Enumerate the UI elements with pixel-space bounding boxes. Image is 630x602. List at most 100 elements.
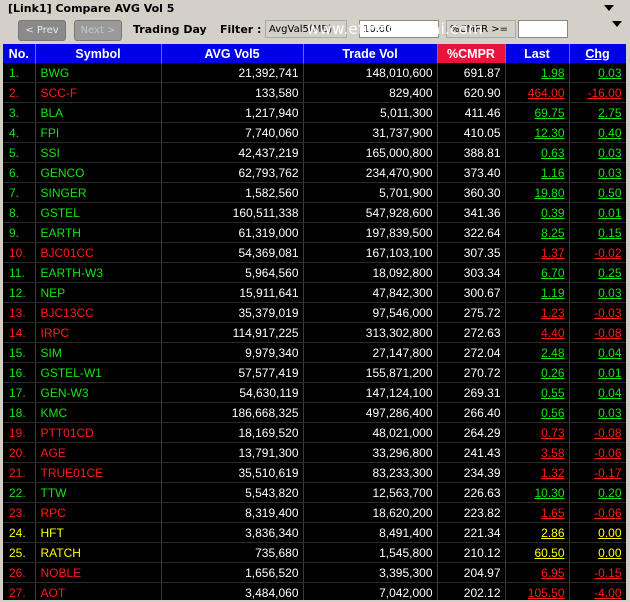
table-row[interactable]: 23. RPC 8,319,400 18,620,200 223.82 1.65 -0.06 [3, 502, 626, 523]
row-chg[interactable]: 0.01 [569, 202, 626, 223]
row-chg[interactable]: -4.00 [569, 582, 626, 600]
row-chg[interactable]: 0.03 [569, 63, 626, 83]
row-symbol[interactable]: GENCO [35, 162, 162, 183]
row-symbol[interactable]: EARTH-W3 [35, 262, 162, 283]
row-last[interactable]: 4.40 [505, 322, 570, 343]
row-symbol[interactable]: BWG [35, 63, 162, 83]
row-symbol[interactable]: GSTEL-W1 [35, 362, 162, 383]
row-chg[interactable]: 0.40 [569, 122, 626, 143]
row-last[interactable]: 2.86 [505, 522, 570, 543]
table-row[interactable]: 3. BLA 1,217,940 5,011,300 411.46 69.75 2.75 [3, 102, 626, 123]
table-row[interactable]: 11. EARTH-W3 5,964,560 18,092,800 303.34 6.70… [3, 262, 626, 283]
row-chg[interactable]: 0.15 [569, 222, 626, 243]
table-row[interactable]: 26. NOBLE 1,656,520 3,395,300 204.97 6.95 -0.1… [3, 562, 626, 583]
row-last[interactable]: 3.58 [505, 442, 570, 463]
row-symbol[interactable]: FPI [35, 122, 162, 143]
row-chg[interactable]: 0.03 [569, 162, 626, 183]
row-symbol[interactable]: AOT [35, 582, 162, 600]
column-header-cmpr[interactable]: %CMPR [437, 44, 506, 63]
row-chg[interactable]: -16.00 [569, 82, 626, 103]
row-last[interactable]: 1.98 [505, 63, 570, 83]
row-symbol[interactable]: TRUE01CE [35, 462, 162, 483]
row-chg[interactable]: 0.03 [569, 282, 626, 303]
prev-button[interactable]: < Prev [18, 20, 66, 41]
row-last[interactable]: 8.25 [505, 222, 570, 243]
table-row[interactable]: 13. BJC13CC 35,379,019 97,546,000 275.72 1.23… [3, 302, 626, 323]
row-chg[interactable]: 0.01 [569, 362, 626, 383]
row-symbol[interactable]: GSTEL [35, 202, 162, 223]
row-last[interactable]: 105.50 [505, 582, 570, 600]
row-chg[interactable]: 0.50 [569, 182, 626, 203]
table-row[interactable]: 24. HFT 3,836,340 8,491,400 221.34 2.86 0.00 [3, 522, 626, 543]
cmpr-filter-input[interactable] [518, 20, 568, 38]
table-row[interactable]: 16. GSTEL-W1 57,577,419 155,871,200 270.72 0.… [3, 362, 626, 383]
row-chg[interactable]: 0.03 [569, 402, 626, 423]
row-last[interactable]: 0.56 [505, 402, 570, 423]
table-row[interactable]: 1. BWG 21,392,741 148,010,600 691.87 1.98 0.03 [3, 63, 626, 83]
row-last[interactable]: 1.32 [505, 462, 570, 483]
row-symbol[interactable]: RATCH [35, 542, 162, 563]
row-last[interactable]: 0.39 [505, 202, 570, 223]
row-last[interactable]: 2.48 [505, 342, 570, 363]
next-button[interactable]: Next > [74, 20, 122, 41]
table-row[interactable]: 17. GEN-W3 54,630,119 147,124,100 269.31 0.55… [3, 382, 626, 403]
row-symbol[interactable]: GEN-W3 [35, 382, 162, 403]
table-row[interactable]: 6. GENCO 62,793,762 234,470,900 373.40 1.16 0.… [3, 162, 626, 183]
row-chg[interactable]: -0.06 [569, 502, 626, 523]
table-row[interactable]: 21. TRUE01CE 35,510,619 83,233,300 234.39 1.3… [3, 462, 626, 483]
row-symbol[interactable]: IRPC [35, 322, 162, 343]
table-row[interactable]: 27. AOT 3,484,060 7,042,000 202.12 105.50 -4.0… [3, 582, 626, 600]
row-symbol[interactable]: BLA [35, 102, 162, 123]
row-chg[interactable]: 0.00 [569, 542, 626, 563]
row-symbol[interactable]: SCC-F [35, 82, 162, 103]
row-last[interactable]: 1.16 [505, 162, 570, 183]
column-header-trade-vol[interactable]: Trade Vol [303, 44, 438, 63]
row-last[interactable]: 10.30 [505, 482, 570, 503]
table-row[interactable]: 12. NEP 15,911,641 47,842,300 300.67 1.19 0.03 [3, 282, 626, 303]
row-chg[interactable]: 0.20 [569, 482, 626, 503]
row-last[interactable]: 60.50 [505, 542, 570, 563]
row-last[interactable]: 0.26 [505, 362, 570, 383]
column-header-avg-vol5[interactable]: AVG Vol5 [161, 44, 304, 63]
table-row[interactable]: 15. SIM 9,979,340 27,147,800 272.04 2.48 0.04 [3, 342, 626, 363]
table-row[interactable]: 14. IRPC 114,917,225 313,302,800 272.63 4.40-… [3, 322, 626, 343]
row-last[interactable]: 19.80 [505, 182, 570, 203]
row-chg[interactable]: -0.15 [569, 562, 626, 583]
row-last[interactable]: 1.23 [505, 302, 570, 323]
row-last[interactable]: 464.00 [505, 82, 570, 103]
row-last[interactable]: 6.70 [505, 262, 570, 283]
stock-table-container[interactable]: No. Symbol AVG Vol5 Trade Vol %CMPR Last… [3, 44, 626, 600]
row-chg[interactable]: -0.06 [569, 442, 626, 463]
row-symbol[interactable]: BJC01CC [35, 242, 162, 263]
row-symbol[interactable]: RPC [35, 502, 162, 523]
row-symbol[interactable]: TTW [35, 482, 162, 503]
row-chg[interactable]: -0.02 [569, 242, 626, 263]
row-symbol[interactable]: HFT [35, 522, 162, 543]
row-last[interactable]: 69.75 [505, 102, 570, 123]
table-row[interactable]: 7. SINGER 1,582,560 5,701,900 360.30 19.80 0.5… [3, 182, 626, 203]
row-chg[interactable]: -0.08 [569, 422, 626, 443]
row-symbol[interactable]: SIM [35, 342, 162, 363]
row-symbol[interactable]: PTT01CD [35, 422, 162, 443]
row-chg[interactable]: 2.75 [569, 102, 626, 123]
row-symbol[interactable]: SSI [35, 142, 162, 163]
row-last[interactable]: 1.65 [505, 502, 570, 523]
column-header-chg[interactable]: Chg [569, 44, 626, 63]
row-chg[interactable]: 0.04 [569, 382, 626, 403]
table-row[interactable]: 5. SSI 42,437,219 165,000,800 388.81 0.63 0.03 [3, 142, 626, 163]
table-row[interactable]: 19. PTT01CD 18,169,520 48,021,000 264.29 0.73… [3, 422, 626, 443]
row-last[interactable]: 12.30 [505, 122, 570, 143]
row-chg[interactable]: -0.17 [569, 462, 626, 483]
column-header-last[interactable]: Last [505, 44, 570, 63]
row-last[interactable]: 1.19 [505, 282, 570, 303]
row-symbol[interactable]: NEP [35, 282, 162, 303]
row-chg[interactable]: 0.03 [569, 142, 626, 163]
row-last[interactable]: 1.37 [505, 242, 570, 263]
row-chg[interactable]: 0.00 [569, 522, 626, 543]
row-last[interactable]: 0.63 [505, 142, 570, 163]
table-row[interactable]: 9. EARTH 61,319,000 197,839,500 322.64 8.25 0.… [3, 222, 626, 243]
table-row[interactable]: 2. SCC-F 133,580 829,400 620.90 464.00 -16.00 [3, 82, 626, 103]
row-symbol[interactable]: KMC [35, 402, 162, 423]
row-symbol[interactable]: SINGER [35, 182, 162, 203]
table-row[interactable]: 18. KMC 186,668,325 497,286,400 266.40 0.56 0.… [3, 402, 626, 423]
